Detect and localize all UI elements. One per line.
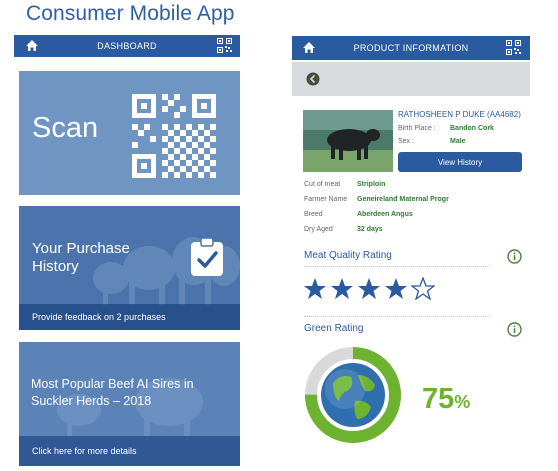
star-filled-icon[interactable] — [303, 277, 327, 300]
detail-label: Breed — [304, 211, 323, 218]
green-rating-value: 75 — [422, 383, 455, 415]
detail-value: 32 days — [357, 226, 383, 233]
home-icon[interactable] — [25, 39, 39, 52]
detail-label: Cut of meat — [304, 181, 341, 188]
birth-place-value: Bandon Cork — [450, 125, 494, 132]
home-icon[interactable] — [302, 41, 316, 54]
sex-label: Sex : — [398, 138, 414, 145]
green-rating-title: Green Rating — [304, 323, 364, 334]
meat-quality-stars — [303, 277, 435, 300]
purchase-history-card[interactable]: Your Purchase History Provide feedback o… — [19, 206, 240, 330]
product-header: PRODUCT INFORMATION — [292, 36, 530, 60]
star-filled-icon[interactable] — [384, 277, 408, 300]
star-filled-icon[interactable] — [330, 277, 354, 300]
star-empty-icon[interactable] — [411, 277, 435, 300]
clipboard-check-icon — [191, 237, 223, 276]
popular-sires-title: Most Popular Beef AI Sires in Suckler He… — [31, 377, 194, 408]
detail-value: Geneireland Maternal Progr — [357, 196, 449, 203]
popular-sires-card[interactable]: Most Popular Beef AI Sires in Suckler He… — [19, 342, 240, 466]
page-title: Consumer Mobile App — [26, 2, 235, 25]
star-filled-icon[interactable] — [357, 277, 381, 300]
detail-label: Dry Aged — [304, 226, 333, 233]
sex-row: Sex : Male — [398, 138, 466, 145]
birth-place-row: Birth Place : Bandon Cork — [398, 125, 494, 132]
purchase-history-title: Your Purchase History — [32, 240, 130, 275]
purchase-feedback-link[interactable]: Provide feedback on 2 purchases — [19, 304, 240, 330]
animal-name: RATHOSHEEN P DUKE (AA4682) — [398, 110, 521, 119]
globe-icon — [321, 363, 385, 427]
detail-value: Aberdeen Angus — [357, 211, 413, 218]
detail-row: Dry Aged 32 days — [304, 226, 383, 233]
info-icon[interactable] — [507, 249, 522, 264]
detail-value: Striploin — [357, 181, 386, 188]
green-rating-percent: 75% — [422, 383, 470, 416]
scan-card[interactable]: Scan — [19, 71, 240, 195]
birth-place-label: Birth Place : — [398, 125, 436, 132]
back-navigation-bar — [292, 62, 530, 96]
info-icon[interactable] — [507, 322, 522, 337]
product-header-title: PRODUCT INFORMATION — [353, 43, 469, 53]
detail-row: Farmer Name Geneireland Maternal Progr — [304, 196, 449, 203]
back-arrow-icon[interactable] — [306, 72, 320, 86]
meat-quality-title: Meat Quality Rating — [304, 250, 392, 261]
animal-photo — [303, 110, 393, 172]
detail-row: Cut of meat Striploin — [304, 181, 385, 188]
qr-code-icon — [132, 94, 216, 178]
divider — [304, 316, 490, 317]
dashboard-header: DASHBOARD — [14, 35, 240, 57]
qr-code-icon[interactable] — [506, 40, 521, 55]
green-rating-percent-sign: % — [454, 392, 471, 412]
detail-row: Breed Aberdeen Angus — [304, 211, 413, 218]
qr-code-icon[interactable] — [217, 38, 232, 53]
divider — [304, 266, 490, 267]
green-rating-gauge — [305, 347, 401, 443]
scan-label: Scan — [32, 112, 99, 144]
more-details-link[interactable]: Click here for more details — [19, 436, 240, 466]
sex-value: Male — [450, 138, 466, 145]
view-history-button[interactable]: View History — [398, 152, 522, 172]
detail-label: Farmer Name — [304, 196, 348, 203]
dashboard-header-title: DASHBOARD — [97, 41, 157, 51]
